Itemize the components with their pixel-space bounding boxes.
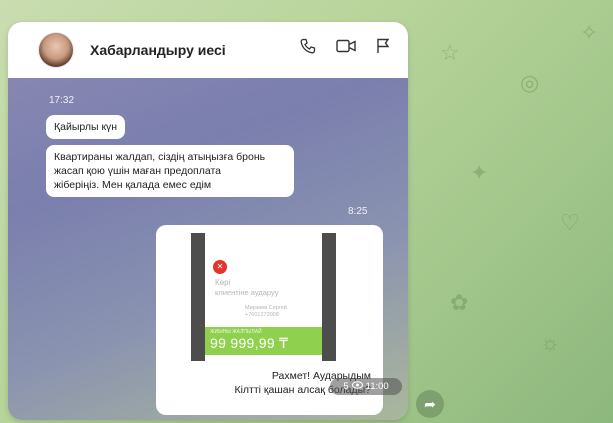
bank-logo-icon: ✕	[213, 260, 227, 274]
share-button[interactable]: ➦	[416, 390, 444, 418]
receipt-amount-panel: ЖИЫНЫ ЖАЛПЫЛАЙ 99 999,99 ₸	[205, 327, 322, 355]
flag-icon[interactable]	[376, 38, 390, 54]
message-meta: 5 11:00	[330, 378, 402, 395]
receipt-amount: 99 999,99 ₸	[210, 335, 289, 351]
receipt-recipient-name: Мирзаев Сергей	[245, 305, 287, 311]
message-bubble[interactable]: Қайырлы күн	[46, 115, 126, 139]
contact-name[interactable]: Хабарландыру иесі	[90, 42, 226, 58]
video-icon[interactable]	[336, 38, 356, 54]
doodle-star-icon: ☆	[440, 40, 460, 65]
doodle-planet-icon: ◎	[520, 70, 540, 95]
doodle-flower-icon: ✿	[450, 290, 469, 315]
doodle-sun-icon: ☼	[540, 330, 561, 355]
doodle-star-icon: ✧	[580, 20, 599, 45]
message-time: 8:25	[348, 206, 368, 217]
avatar[interactable]	[38, 32, 74, 68]
message-bubble[interactable]: Квартираны жалдап, сіздің атыңызға бронь…	[46, 145, 294, 197]
receipt-recipient-phone: +7601272008	[245, 312, 279, 318]
receipt-title: Көрі	[215, 278, 231, 287]
phone-icon[interactable]	[300, 38, 316, 54]
view-count: 5	[343, 381, 349, 392]
doodle-rocket-icon: ✦	[470, 160, 489, 185]
message-text-line: жіберіңіз. Мен қалада емес едім	[54, 179, 212, 191]
header-actions	[300, 38, 390, 54]
message-time: 17:32	[49, 95, 75, 106]
message-text-line: Квартираны жалдап, сіздің атыңызға бронь	[54, 151, 266, 163]
message-sent-time: 11:00	[365, 381, 389, 392]
share-arrow-icon: ➦	[424, 395, 436, 412]
chat-header: Хабарландыру иесі	[8, 22, 408, 78]
receipt-image[interactable]: ✕ Көрі клиентіне аударуу Мирзаев Сергей …	[191, 233, 336, 361]
receipt-paper: ✕ Көрі клиентіне аударуу Мирзаев Сергей …	[205, 233, 322, 361]
chat-panel: Хабарландыру иесі 17:32 Қайырлы күн Квар…	[8, 22, 408, 420]
eye-icon	[351, 381, 363, 392]
doodle-heart-icon: ♡	[560, 210, 580, 235]
receipt-subtitle: клиентіне аударуу	[215, 288, 279, 297]
message-text-line: жасап қою үшін маған предоплата	[54, 165, 222, 177]
message-text: Қайырлы күн	[54, 121, 118, 133]
